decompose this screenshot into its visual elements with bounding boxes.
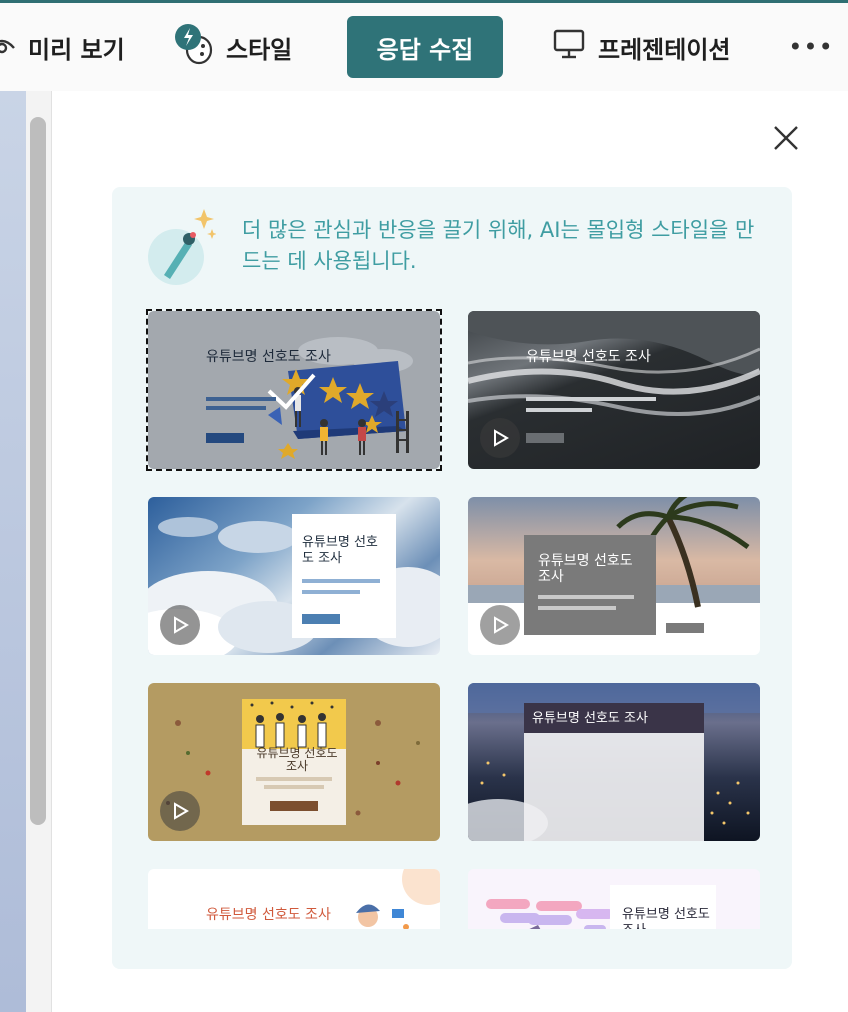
close-button[interactable]: [768, 120, 804, 156]
style-gallery-panel: 더 많은 관심과 반응을 끌기 위해, AI는 몰입형 스타일을 만드는 데 사…: [112, 187, 792, 969]
theme-line: [206, 406, 266, 410]
collect-responses-label: 응답 수집: [376, 35, 474, 64]
theme-card[interactable]: 유튜브명 선호도 조사: [468, 497, 760, 655]
panel-bottom-fade: [112, 929, 792, 969]
theme-button-shape: [526, 433, 564, 443]
command-bar: 미리 보기 스타일 응답 수집 프레젠테이션 •••: [0, 0, 848, 91]
ai-sparkle-brush-icon: [146, 207, 217, 287]
theme-button-shape: [666, 623, 704, 633]
theme-line: [206, 397, 276, 401]
theme-card-title: 유튜브명 선호도 조사: [206, 907, 331, 923]
ai-style-message: 더 많은 관심과 반응을 끌기 위해, AI는 몰입형 스타일을 만드는 데 사…: [242, 218, 755, 273]
play-icon: [494, 429, 509, 447]
theme-form-card: [524, 535, 656, 635]
theme-button-shape: [302, 614, 340, 624]
play-icon: [494, 616, 509, 634]
theme-line: [264, 785, 324, 789]
theme-card-title: 유튜브명 선호도 조사: [532, 711, 648, 726]
theme-card[interactable]: 유튜브명 선호도 조사: [468, 683, 760, 841]
theme-illustration-cheering-crowd: [242, 699, 346, 749]
play-video-button[interactable]: [160, 605, 200, 645]
collect-responses-button[interactable]: 응답 수집: [347, 16, 503, 78]
theme-card-title: 유튜브명 선호도 조사: [538, 553, 633, 585]
theme-card-title: 유튜브명 선호도 조사: [302, 535, 378, 566]
theme-line: [526, 397, 656, 401]
theme-button-shape: [270, 801, 318, 811]
more-icon: •••: [788, 33, 834, 61]
more-options-button[interactable]: •••: [788, 29, 832, 65]
theme-line: [256, 777, 332, 781]
theme-illustration-stars: [267, 337, 413, 459]
theme-card[interactable]: 유튜브명 선호도 조사: [468, 311, 760, 469]
preview-button[interactable]: 미리 보기: [0, 3, 125, 91]
theme-button-shape: [206, 433, 244, 443]
theme-card[interactable]: 유튜브명 선호도 조사: [148, 683, 440, 841]
play-video-button[interactable]: [480, 418, 520, 458]
scrollbar-track[interactable]: [26, 91, 52, 1012]
palette-icon: [174, 22, 214, 72]
eye-icon: [0, 30, 16, 64]
play-icon: [174, 616, 189, 634]
style-button[interactable]: 스타일: [174, 3, 292, 91]
theme-card-title: 유튜브명 선호도 조사: [256, 746, 338, 773]
presentation-icon: [552, 28, 586, 66]
theme-line: [538, 606, 616, 610]
theme-card[interactable]: 유튜브명 선호도 조사: [148, 497, 440, 655]
theme-card[interactable]: 유튜브명 선호도 조사: [148, 311, 440, 469]
close-icon: [774, 126, 798, 150]
form-background-strip: [0, 91, 26, 1012]
presentation-button[interactable]: 프레젠테이션: [552, 3, 730, 91]
play-icon: [174, 802, 189, 820]
preview-label: 미리 보기: [28, 35, 125, 64]
theme-line: [538, 595, 634, 599]
presentation-label: 프레젠테이션: [598, 35, 731, 64]
play-video-button[interactable]: [160, 791, 200, 831]
theme-line: [302, 590, 360, 594]
theme-card-title: 유튜브명 선호도 조사: [206, 349, 331, 365]
scrollbar-thumb[interactable]: [30, 117, 46, 825]
theme-line: [302, 579, 380, 583]
style-label: 스타일: [226, 35, 293, 64]
theme-line: [526, 408, 592, 412]
theme-card-title: 유튜브명 선호도 조사: [526, 349, 651, 365]
play-video-button[interactable]: [480, 605, 520, 645]
